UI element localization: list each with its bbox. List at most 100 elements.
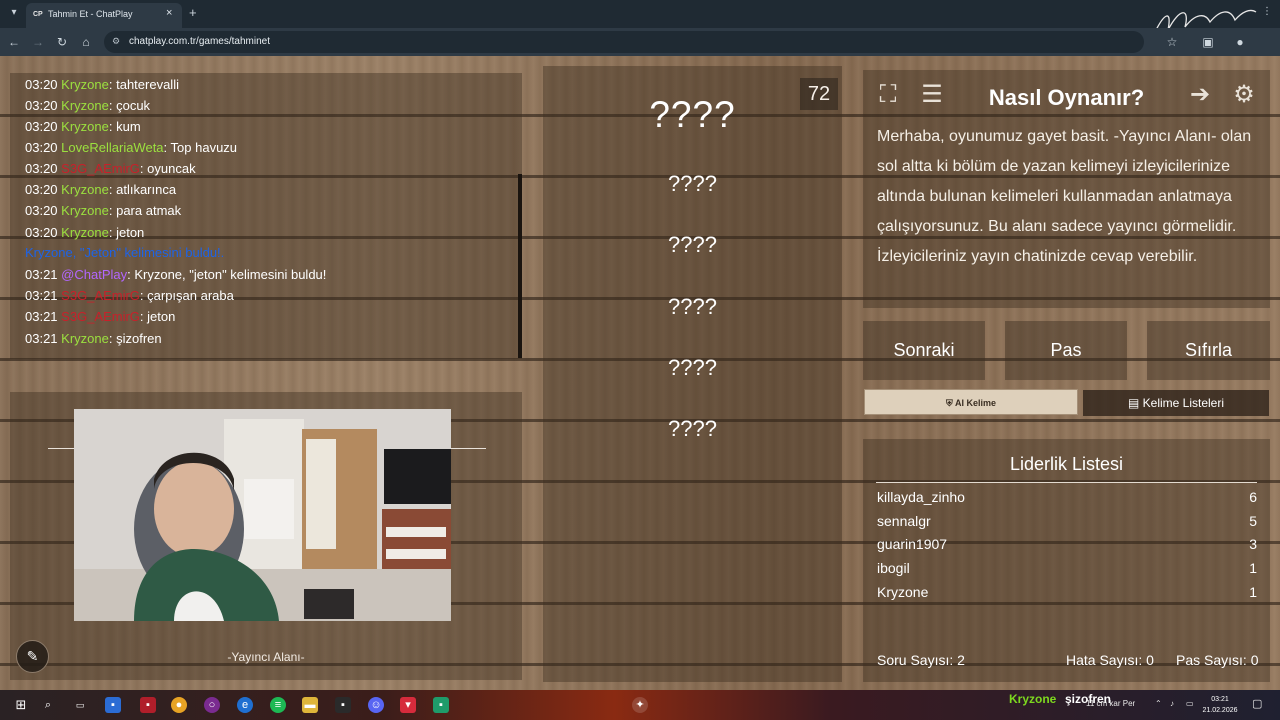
edge-icon[interactable]: e bbox=[237, 697, 253, 713]
home-icon[interactable]: ⌂ bbox=[78, 34, 94, 50]
chat-message: 03:21 S3G_AEmirG: çarpışan araba bbox=[25, 288, 234, 304]
ai-word-button[interactable]: ⛨ AI Kelime bbox=[864, 389, 1078, 415]
chat-message: Kryzone, "Jeton" kelimesini buldu!. bbox=[25, 245, 224, 261]
chrome-icon[interactable]: ● bbox=[171, 697, 187, 713]
chat-username[interactable]: S3G_AEmirG bbox=[61, 161, 140, 176]
chat-message: 03:21 Kryzone: şizofren bbox=[25, 331, 162, 347]
word-panel: 72 ???? ???? ???? ???? ???? ???? bbox=[543, 66, 842, 682]
word-lists-button[interactable]: ▤ Kelime Listeleri bbox=[1083, 390, 1269, 416]
store-icon[interactable]: ▪ bbox=[105, 697, 121, 713]
volume-icon[interactable]: ♪ bbox=[1170, 699, 1174, 708]
chat-time: 03:21 bbox=[25, 309, 58, 324]
forbidden-word: ???? bbox=[668, 416, 717, 441]
chat-username[interactable]: S3G_AEmirG bbox=[61, 309, 140, 324]
chat-username[interactable]: Kryzone bbox=[61, 98, 109, 113]
browser-menu-icon[interactable]: ⋮ bbox=[1262, 6, 1272, 17]
chat-text: : jeton bbox=[108, 225, 145, 240]
chat-time: 03:20 bbox=[25, 203, 58, 218]
weather-text[interactable]: 11 cm kar Per bbox=[1086, 699, 1135, 708]
pass-button[interactable]: Pas bbox=[1005, 321, 1127, 380]
discord-icon[interactable]: ☺ bbox=[368, 697, 384, 713]
chat-username[interactable]: Kryzone bbox=[61, 77, 109, 92]
tab-list-button[interactable]: ▾ bbox=[6, 5, 22, 21]
bookmark-star-icon[interactable]: ☆ bbox=[1164, 34, 1180, 50]
new-tab-button[interactable]: + bbox=[189, 5, 197, 20]
reset-button[interactable]: Sıfırla bbox=[1147, 321, 1270, 380]
search-icon[interactable]: ⌕ bbox=[40, 697, 56, 713]
overlay-chat-user: Kryzone bbox=[1009, 692, 1057, 706]
chat-message: 03:20 Kryzone: para atmak bbox=[25, 203, 181, 219]
chat-username[interactable]: Kryzone bbox=[61, 203, 109, 218]
chat-time: 03:20 bbox=[25, 161, 58, 176]
ai-word-label: AI Kelime bbox=[954, 398, 996, 408]
network-icon[interactable]: ▭ bbox=[1186, 699, 1194, 708]
player-score: 1 bbox=[1249, 560, 1257, 576]
tab-close-button[interactable]: × bbox=[166, 7, 172, 19]
app-icon[interactable]: ▪ bbox=[335, 697, 351, 713]
forbidden-word: ???? bbox=[668, 232, 717, 257]
chat-time: 03:21 bbox=[25, 267, 58, 282]
divider bbox=[451, 448, 486, 449]
windows-start-icon[interactable]: ⊞ bbox=[13, 697, 29, 713]
webcam-video bbox=[74, 409, 451, 621]
clock-time: 03:21 bbox=[1211, 696, 1229, 703]
spotify-icon[interactable]: ≡ bbox=[270, 697, 286, 713]
chat-message: 03:21 @ChatPlay: Kryzone, "jeton" kelime… bbox=[25, 267, 326, 283]
notes-icon[interactable]: ☰ bbox=[915, 78, 949, 112]
chat-username[interactable]: Kryzone bbox=[61, 182, 109, 197]
how-to-play-title: Nasıl Oynanır? bbox=[988, 85, 1145, 110]
chat-text: : tahterevalli bbox=[108, 77, 179, 92]
extensions-icon[interactable]: ▣ bbox=[1200, 34, 1216, 50]
gear-icon[interactable]: ⚙ bbox=[1227, 78, 1261, 112]
app-icon[interactable]: ○ bbox=[204, 697, 220, 713]
url-text: chatplay.com.tr/games/tahminet bbox=[129, 36, 270, 47]
app-icon[interactable]: ▾ bbox=[400, 697, 416, 713]
leaderboard-title: Liderlik Listesi bbox=[1009, 454, 1124, 474]
tray-chevron-icon[interactable]: ⌃ bbox=[1155, 699, 1162, 708]
how-to-play-panel: ⛶ ☰ Nasıl Oynanır? ➔ ⚙ Merhaba, oyunumuz… bbox=[863, 70, 1270, 308]
back-icon[interactable]: ← bbox=[6, 34, 22, 50]
app-icon[interactable]: ▪ bbox=[140, 697, 156, 713]
chat-message: 03:20 Kryzone: kum bbox=[25, 119, 141, 135]
profile-icon[interactable]: ● bbox=[1232, 34, 1248, 50]
chat-username[interactable]: Kryzone bbox=[61, 119, 109, 134]
chat-panel: 03:20 Kryzone: tahterevalli 03:20 Kryzone… bbox=[10, 73, 522, 359]
chat-username[interactable]: @ChatPlay bbox=[61, 267, 127, 282]
chat-scrollbar[interactable] bbox=[518, 174, 522, 358]
chat-time: 03:21 bbox=[25, 331, 58, 346]
chat-username[interactable]: LoveRellariaWeta bbox=[61, 140, 163, 155]
chat-text: : şizofren bbox=[108, 331, 162, 346]
chat-message: 03:20 Kryzone: çocuk bbox=[25, 98, 150, 114]
chat-text: : para atmak bbox=[108, 203, 182, 218]
fullscreen-icon[interactable]: ⛶ bbox=[871, 78, 905, 112]
clock-date: 21.02.2026 bbox=[1202, 707, 1238, 714]
url-field[interactable]: ⚙ chatplay.com.tr/games/tahminet bbox=[104, 31, 1144, 53]
task-view-icon[interactable]: ▭ bbox=[72, 697, 88, 713]
divider bbox=[48, 448, 74, 449]
folder-icon[interactable]: ▬ bbox=[302, 697, 318, 713]
how-to-play-text: Merhaba, oyunumuz gayet basit. -Yayıncı … bbox=[877, 128, 1252, 265]
forward-icon[interactable]: → bbox=[30, 34, 46, 50]
chat-time: 03:20 bbox=[25, 77, 58, 92]
notification-icon[interactable]: ▢ bbox=[1252, 697, 1262, 710]
app-icon[interactable]: ▪ bbox=[433, 697, 449, 713]
game-page: 03:20 Kryzone: tahterevalli 03:20 Kryzone… bbox=[0, 56, 1280, 690]
chat-username[interactable]: Kryzone bbox=[61, 225, 109, 240]
clock[interactable]: 03:21 21.02.2026 bbox=[1198, 694, 1242, 716]
browser-tab-bar: ▾ CP Tahmin Et - ChatPlay × + ⋮ bbox=[0, 0, 1280, 33]
chat-message: 03:20 Kryzone: atlıkarınca bbox=[25, 182, 176, 198]
chat-username[interactable]: Kryzone bbox=[61, 331, 109, 346]
browser-tab[interactable]: CP Tahmin Et - ChatPlay × bbox=[26, 3, 182, 28]
app-icon[interactable]: ✦ bbox=[632, 697, 648, 713]
clipboard-icon: ▤ bbox=[1127, 396, 1143, 410]
site-info-icon[interactable]: ⚙ bbox=[112, 36, 120, 47]
next-button[interactable]: Sonraki bbox=[863, 321, 985, 380]
player-name: Kryzone bbox=[877, 584, 929, 600]
chat-username[interactable]: S3G_AEmirG bbox=[61, 288, 140, 303]
error-count: Hata Sayısı: 0 bbox=[1066, 652, 1154, 668]
exit-icon[interactable]: ➔ bbox=[1183, 78, 1217, 112]
streamer-area: ✎ -Yayıncı Alanı- bbox=[10, 392, 522, 680]
player-score: 5 bbox=[1249, 513, 1257, 529]
chat-message: 03:20 S3G_AEmirG: oyuncak bbox=[25, 161, 196, 177]
reload-icon[interactable]: ↻ bbox=[54, 34, 70, 50]
